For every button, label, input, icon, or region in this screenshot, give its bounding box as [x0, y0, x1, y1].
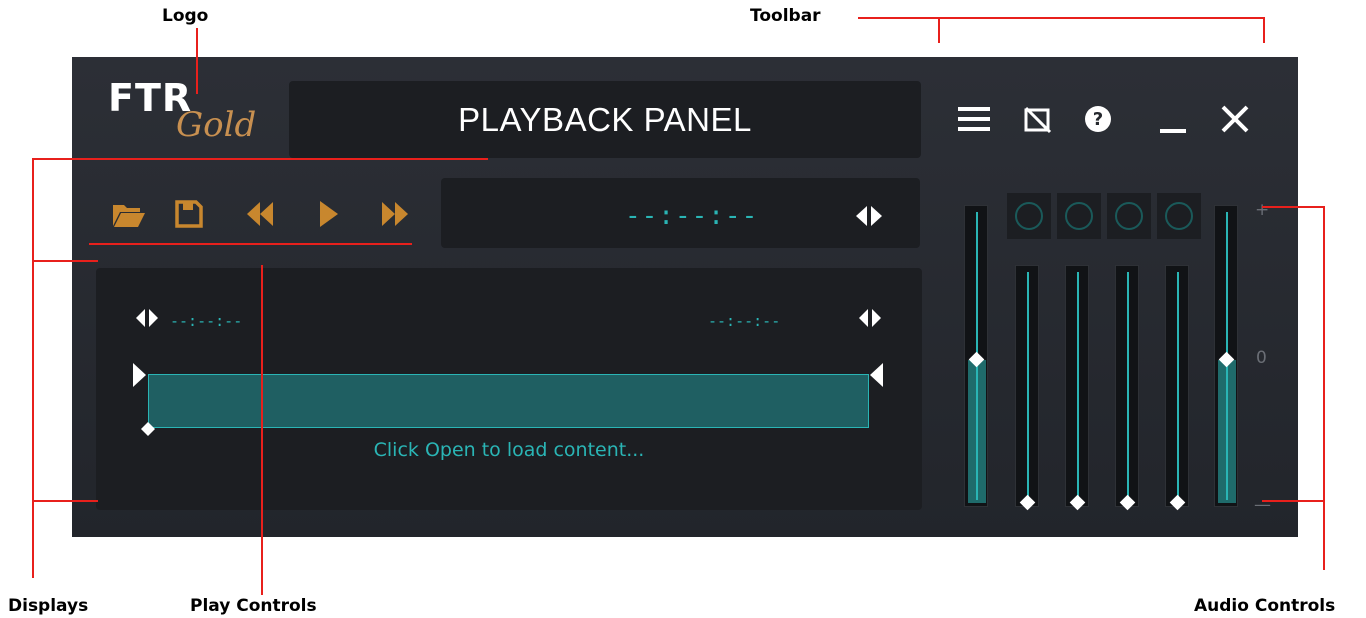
end-time-adjust-button[interactable] [855, 307, 885, 329]
channel-button-4[interactable] [1157, 193, 1201, 239]
timecode-adjust-button[interactable] [850, 203, 888, 229]
callout-line [32, 500, 98, 502]
callout-logo: Logo [162, 6, 209, 26]
timeline-bar[interactable] [148, 374, 869, 428]
fast-forward-button[interactable] [373, 193, 417, 235]
minimize-button[interactable] [1152, 96, 1194, 142]
callout-toolbar: Toolbar [750, 6, 821, 26]
circle-icon [1165, 202, 1193, 230]
callout-play-controls: Play Controls [190, 596, 317, 616]
end-timecode: --:--:-- [708, 312, 781, 330]
callout-line [196, 28, 198, 94]
svg-text:?: ? [1093, 109, 1103, 130]
playhead-marker[interactable] [140, 421, 156, 437]
callout-line [1262, 206, 1324, 208]
close-icon [1221, 105, 1249, 133]
callout-audio-controls: Audio Controls [1194, 596, 1336, 616]
slider-track [1177, 272, 1179, 500]
scale-zero-label: 0 [1256, 348, 1267, 368]
callout-line [858, 17, 1265, 19]
callout-line [1263, 17, 1265, 43]
double-arrow-icon [856, 206, 882, 226]
rewind-button[interactable] [238, 193, 282, 235]
circle-icon [1015, 202, 1043, 230]
toggle-video-button[interactable] [1016, 96, 1058, 142]
double-arrow-icon [136, 309, 158, 327]
logo-gold-text: Gold [176, 105, 257, 145]
help-button[interactable]: ? [1077, 96, 1119, 142]
callout-displays: Displays [8, 596, 89, 616]
start-marker[interactable] [130, 362, 148, 388]
circle-icon [1115, 202, 1143, 230]
rewind-icon [247, 202, 273, 226]
channel-button-2[interactable] [1057, 193, 1101, 239]
no-image-icon [1024, 106, 1052, 134]
help-icon: ? [1085, 106, 1111, 132]
callout-line [938, 17, 940, 43]
slider-track [1077, 272, 1079, 500]
scale-minus-label: — [1254, 495, 1271, 515]
channel-slider-3[interactable] [1115, 265, 1139, 511]
channel-button-1[interactable] [1007, 193, 1051, 239]
play-button[interactable] [306, 193, 350, 235]
triangle-right-icon [133, 363, 146, 387]
diamond-icon [141, 422, 155, 436]
double-arrow-icon [859, 309, 881, 327]
end-marker[interactable] [868, 362, 886, 388]
master-left-slider[interactable] [964, 205, 988, 507]
menu-icon [958, 107, 990, 131]
circle-icon [1065, 202, 1093, 230]
close-button[interactable] [1214, 96, 1256, 142]
slider-track [1027, 272, 1029, 500]
channel-slider-4[interactable] [1165, 265, 1189, 511]
slider-track [1127, 272, 1129, 500]
minimize-icon [1160, 129, 1186, 133]
callout-line [1323, 206, 1325, 570]
scale-plus-label: + [1255, 200, 1270, 220]
start-timecode: --:--:-- [170, 312, 243, 330]
play-icon [320, 201, 338, 227]
save-button[interactable] [167, 193, 211, 235]
menu-button[interactable] [953, 96, 995, 142]
open-folder-icon [113, 205, 145, 227]
fast-forward-icon [382, 202, 408, 226]
channel-slider-1[interactable] [1015, 265, 1039, 511]
callout-line [261, 265, 263, 595]
callout-line [89, 243, 412, 245]
callout-line [32, 158, 488, 160]
channel-button-3[interactable] [1107, 193, 1151, 239]
save-icon [175, 200, 203, 228]
open-button[interactable] [107, 193, 151, 235]
triangle-left-icon [870, 363, 883, 387]
start-time-adjust-button[interactable] [132, 307, 162, 329]
status-message: Click Open to load content... [373, 439, 645, 461]
callout-line [32, 158, 34, 578]
channel-slider-2[interactable] [1065, 265, 1089, 511]
callout-line [32, 260, 98, 262]
main-timecode: --:--:-- [625, 201, 759, 231]
page-title: PLAYBACK PANEL [458, 100, 752, 138]
callout-line [1262, 500, 1324, 502]
master-right-slider[interactable] [1214, 205, 1238, 507]
